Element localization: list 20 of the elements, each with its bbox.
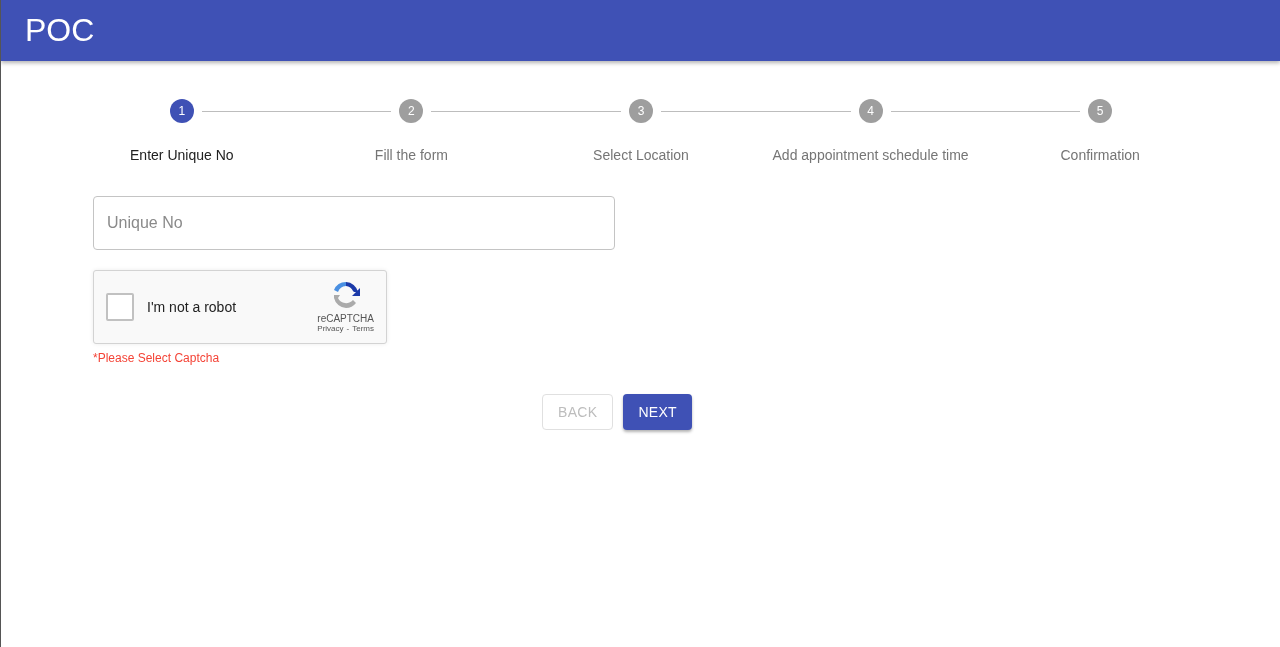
step-nav-button[interactable]: NEXT	[623, 394, 692, 430]
step-number-icon: 3	[629, 99, 653, 123]
privacy-link[interactable]: Privacy	[317, 324, 344, 333]
step-label: Select Location	[593, 147, 689, 163]
unique-no-field[interactable]: Unique No	[93, 196, 615, 250]
terms-link[interactable]: Terms	[352, 324, 374, 333]
captcha-error-text: *Please Select Captcha	[93, 351, 221, 365]
step-number-icon: 2	[399, 99, 424, 123]
link-separator: -	[346, 324, 350, 333]
step-label: Enter Unique No	[130, 147, 234, 163]
step-label: Fill the form	[374, 147, 448, 163]
recaptcha-brand: reCAPTCHA	[317, 313, 374, 324]
captcha-label: I'm not a robot	[147, 299, 237, 315]
step-number-icon: 5	[1088, 99, 1113, 123]
step-number-icon: 1	[169, 99, 194, 123]
app-title: POC	[25, 12, 95, 49]
captcha-checkbox[interactable]	[106, 293, 134, 321]
step-label: Add appointment schedule time	[772, 147, 969, 163]
step-number-icon: 4	[858, 99, 883, 123]
step-label: Confirmation	[1060, 147, 1140, 163]
